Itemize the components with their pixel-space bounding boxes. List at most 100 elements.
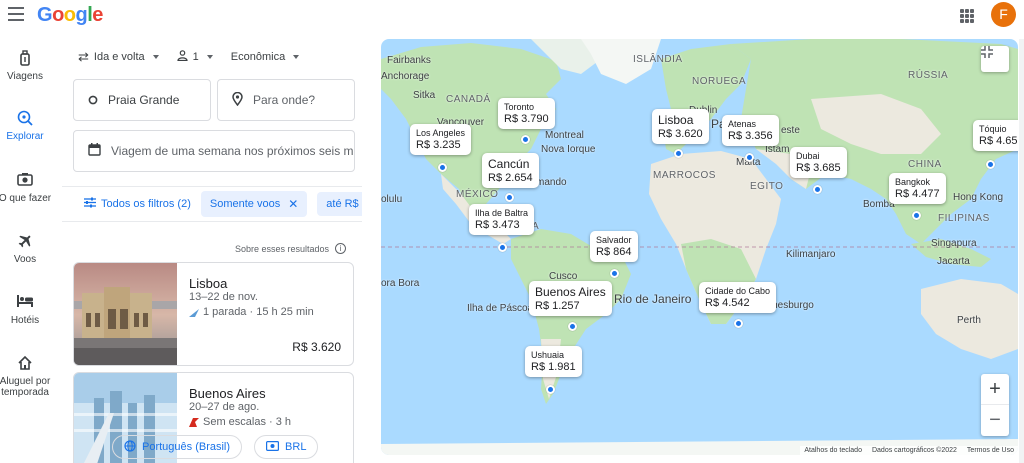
world-map[interactable]: Fairbanks Anchorage Sitka CANADÁ Vancouv…	[381, 39, 1018, 455]
destination-name: Lisboa	[189, 276, 228, 291]
info-icon[interactable]: i	[335, 243, 347, 254]
map-pin[interactable]	[813, 185, 822, 194]
zoom-controls: + −	[981, 374, 1009, 436]
map-label: Singapura	[931, 238, 977, 249]
nav-item-aluguel[interactable]: Aluguel por temporada	[0, 355, 52, 398]
flights-only-chip[interactable]: Somente voos ✕	[200, 191, 308, 217]
dates-value: Viagem de uma semana nos próximos seis m…	[111, 144, 355, 158]
map-price-bubble[interactable]: Atenas R$ 3.356	[722, 115, 779, 146]
map-price-bubble[interactable]: Los Angeles R$ 3.235	[410, 124, 472, 155]
map-pin[interactable]	[734, 319, 743, 328]
trip-type-dropdown[interactable]: ⇄ Ida e volta	[78, 49, 159, 65]
map-price-bubble[interactable]: Salvador R$ 864	[590, 231, 638, 262]
google-logo[interactable]: Google	[37, 4, 103, 27]
logo-letter: g	[75, 4, 88, 26]
cabin-label: Econômica	[230, 51, 286, 63]
map-label: CHINA	[908, 159, 942, 170]
map-price-bubble[interactable]: Dubai R$ 3.685	[790, 147, 847, 178]
bubble-city: Lisboa	[658, 113, 694, 127]
map-price-bubble[interactable]: Toronto R$ 3.790	[498, 98, 555, 129]
page-scrollbar[interactable]	[1019, 39, 1024, 463]
result-card-lisboa[interactable]: Lisboa 13–22 de nov. 1 parada · 15 h 25 …	[73, 262, 354, 366]
map-price-bubble[interactable]: Ushuaia R$ 1.981	[525, 346, 582, 377]
results-note-text: Sobre esses resultados	[235, 243, 330, 254]
zoom-in-button[interactable]: +	[981, 374, 1009, 405]
flight-info: Sem escalas · 3 h	[189, 416, 291, 428]
bubble-price: R$ 4.65	[979, 135, 1018, 147]
bed-icon	[16, 294, 34, 312]
map-pin[interactable]	[610, 269, 619, 278]
bubble-price: R$ 2.654	[488, 172, 533, 184]
map-price-bubble[interactable]: Ilha de Baltra R$ 3.473	[469, 204, 535, 235]
location-pin-icon	[232, 91, 243, 109]
map-price-bubble[interactable]: Bangkok R$ 4.477	[889, 173, 946, 204]
nav-label: Voos	[13, 254, 37, 265]
bubble-city: Bangkok	[895, 177, 931, 187]
destination-field[interactable]: Para onde?	[217, 79, 355, 121]
bubble-city: Buenos Aires	[535, 285, 606, 299]
chevron-down-icon	[293, 55, 300, 59]
flight-info: 1 parada · 15 h 25 min	[189, 306, 314, 318]
chip-label: Somente voos	[209, 198, 281, 210]
globe-icon	[124, 439, 136, 455]
bubble-city: Ilha de Baltra	[475, 208, 529, 218]
all-filters-button[interactable]: Todos os filtros (2)	[84, 197, 191, 211]
map-price-bubble[interactable]: Tóquio R$ 4.65	[973, 120, 1018, 151]
origin-field[interactable]: Praia Grande	[73, 79, 211, 121]
nav-item-viagens[interactable]: Viagens	[0, 50, 50, 82]
map-label: Nova Iorque	[541, 144, 596, 155]
language-button[interactable]: Português (Brasil)	[112, 435, 243, 459]
map-attribution: Atalhos do teclado Dados cartográficos ©…	[800, 446, 1018, 455]
all-filters-label: Todos os filtros (2)	[101, 198, 191, 210]
map-label: ora Bora	[381, 278, 420, 289]
map-label: Rio de Janeiro	[614, 292, 692, 306]
map-pin[interactable]	[498, 243, 507, 252]
passengers-dropdown[interactable]: 1	[177, 50, 213, 64]
map-label: MÉXICO	[456, 189, 499, 200]
avatar[interactable]: F	[991, 2, 1016, 27]
bubble-city: Toronto	[504, 102, 535, 112]
map-label: Fairbanks	[387, 55, 431, 66]
map-price-bubble[interactable]: Cancún R$ 2.654	[482, 153, 539, 188]
trip-dates: 13–22 de nov.	[189, 291, 258, 303]
map-price-bubble[interactable]: Cidade do Cabo R$ 4.542	[699, 282, 777, 313]
logo-letter: o	[63, 4, 76, 26]
fullscreen-exit-icon[interactable]	[981, 46, 1009, 72]
cabin-dropdown[interactable]: Econômica	[230, 51, 300, 63]
map-price-bubble[interactable]: Lisboa R$ 3.620	[652, 109, 709, 144]
map-price-bubble[interactable]: Buenos Aires R$ 1.257	[529, 281, 612, 316]
price-chip[interactable]: até R$	[317, 192, 362, 216]
terms-link[interactable]: Termos de Uso	[967, 447, 1014, 454]
map-pin[interactable]	[521, 135, 530, 144]
close-icon[interactable]: ✕	[288, 197, 298, 211]
map-pin[interactable]	[438, 163, 447, 172]
map-pin[interactable]	[745, 153, 754, 162]
keyboard-shortcuts-link[interactable]: Atalhos do teclado	[804, 447, 862, 454]
bubble-price: R$ 3.790	[504, 113, 549, 125]
dates-field[interactable]: Viagem de uma semana nos próximos seis m…	[73, 130, 355, 172]
map-pin[interactable]	[674, 149, 683, 158]
nav-item-voos[interactable]: Voos	[0, 233, 50, 265]
apps-grid-icon[interactable]	[960, 9, 974, 23]
map-label: Jacarta	[937, 256, 970, 267]
map-pin[interactable]	[912, 211, 921, 220]
footer-bar: Português (Brasil) BRL	[112, 435, 319, 459]
map-label: Perth	[957, 315, 981, 326]
currency-label: BRL	[285, 441, 307, 453]
calendar-icon	[88, 143, 101, 159]
plane-icon	[16, 233, 34, 251]
nav-item-explorar[interactable]: Explorar	[0, 110, 50, 142]
nav-item-o-que-fazer[interactable]: O que fazer	[0, 172, 52, 204]
destination-photo	[74, 263, 177, 365]
map-pin[interactable]	[568, 322, 577, 331]
currency-button[interactable]: BRL	[254, 435, 319, 459]
bubble-city: Salvador	[596, 235, 632, 245]
filter-bar: Todos os filtros (2) Somente voos ✕ até …	[62, 186, 362, 222]
nav-item-hoteis[interactable]: Hotéis	[0, 294, 50, 326]
zoom-out-button[interactable]: −	[981, 405, 1009, 436]
map-pin[interactable]	[505, 193, 514, 202]
map-pin[interactable]	[546, 385, 555, 394]
bubble-price: R$ 3.356	[728, 130, 773, 142]
menu-icon[interactable]	[8, 7, 24, 21]
map-pin[interactable]	[986, 160, 995, 169]
